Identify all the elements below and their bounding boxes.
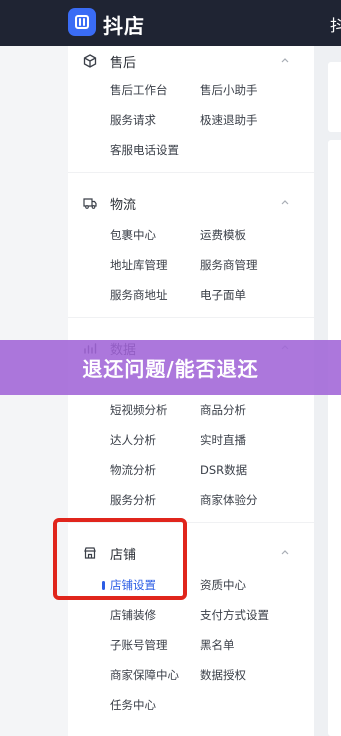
menu-item-aftersale-workbench[interactable]: 售后工作台 <box>110 82 168 98</box>
section-divider <box>68 317 314 318</box>
section-divider <box>68 172 314 173</box>
menu-item-store-decoration[interactable]: 店铺装修 <box>110 607 156 623</box>
douyin-store-logo-icon[interactable] <box>68 8 96 36</box>
content-card <box>328 62 341 132</box>
menu-item-logistics-analysis[interactable]: 物流分析 <box>110 462 156 478</box>
truck-icon <box>83 198 97 209</box>
menu-item-e-waybill[interactable]: 电子面单 <box>200 287 246 303</box>
section-title-logistics: 物流 <box>110 198 137 213</box>
menu-item-cs-phone-settings[interactable]: 客服电话设置 <box>110 142 179 158</box>
banner-title: 退还问题/能否退还 <box>82 357 259 381</box>
chevron-up-icon[interactable] <box>280 197 290 207</box>
menu-item-merchant-experience-score[interactable]: 商家体验分 <box>200 492 258 508</box>
section-aftersale[interactable]: 售后 <box>68 50 314 74</box>
menu-item-dsr-data[interactable]: DSR数据 <box>200 462 247 478</box>
menu-item-address-library[interactable]: 地址库管理 <box>110 257 168 273</box>
section-title-aftersale: 售后 <box>110 56 137 71</box>
menu-item-merchant-guarantee-center[interactable]: 商家保障中心 <box>110 667 179 683</box>
menu-item-fast-refund-assistant[interactable]: 极速退助手 <box>200 112 258 128</box>
menu-item-live-realtime[interactable]: 实时直播 <box>200 432 246 448</box>
menu-item-sub-account-management[interactable]: 子账号管理 <box>110 637 168 653</box>
menu-item-provider-address[interactable]: 服务商地址 <box>110 287 168 303</box>
menu-item-shipping-template[interactable]: 运费模板 <box>200 227 246 243</box>
brand-name[interactable]: 抖店 <box>103 10 145 39</box>
menu-item-service-request[interactable]: 服务请求 <box>110 112 156 128</box>
menu-item-package-center[interactable]: 包裹中心 <box>110 227 156 243</box>
overlay-banner: 退还问题/能否退还 <box>0 340 341 395</box>
menu-item-product-analysis[interactable]: 商品分析 <box>200 402 246 418</box>
menu-item-service-analysis[interactable]: 服务分析 <box>110 492 156 508</box>
highlight-box <box>53 518 187 600</box>
content-card <box>328 140 341 736</box>
menu-item-short-video-analysis[interactable]: 短视频分析 <box>110 402 168 418</box>
menu-item-payment-settings[interactable]: 支付方式设置 <box>200 607 269 623</box>
menu-item-creator-analysis[interactable]: 达人分析 <box>110 432 156 448</box>
menu-item-qualification-center[interactable]: 资质中心 <box>200 577 246 593</box>
menu-item-aftersale-assistant[interactable]: 售后小助手 <box>200 82 258 98</box>
chevron-up-icon[interactable] <box>280 55 290 65</box>
menu-item-provider-management[interactable]: 服务商管理 <box>200 257 258 273</box>
header-right-text[interactable]: 抖 <box>330 12 341 36</box>
menu-item-task-center[interactable]: 任务中心 <box>110 697 156 713</box>
box-icon <box>83 54 97 68</box>
section-logistics[interactable]: 物流 <box>68 192 314 216</box>
menu-item-data-authorization[interactable]: 数据授权 <box>200 667 246 683</box>
chevron-up-icon[interactable] <box>280 547 290 557</box>
menu-item-blacklist[interactable]: 黑名单 <box>200 637 235 653</box>
top-header: 抖店 抖 <box>0 0 341 46</box>
